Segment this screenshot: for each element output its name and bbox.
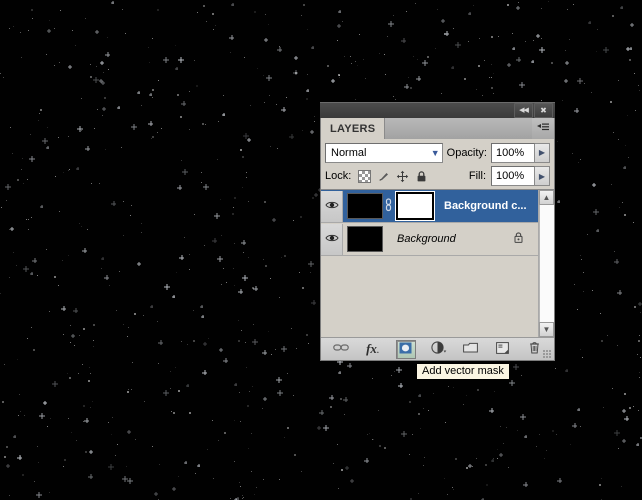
layer-row[interactable]: Background	[321, 223, 538, 256]
tooltip: Add vector mask	[416, 363, 510, 380]
layer-link-indicator[interactable]	[383, 197, 394, 215]
panel-tabstrip: LAYERS	[320, 118, 555, 139]
chain-link-icon	[384, 197, 393, 215]
chain-link-icon	[332, 343, 349, 355]
eye-icon	[324, 233, 339, 246]
fill-value: 100%	[496, 170, 525, 182]
layers-panel: ◀◀ ✖ LAYERS Normal ▼ Opacity: 100% ▶ Loc…	[320, 102, 555, 361]
layer-name[interactable]: Background c...	[444, 200, 527, 212]
panel-titlebar: ◀◀ ✖	[320, 102, 555, 118]
chevron-right-icon: ▶	[538, 171, 546, 181]
half-circle-icon	[430, 341, 447, 357]
scroll-up-button[interactable]: ▲	[539, 190, 554, 205]
tab-layers[interactable]: LAYERS	[321, 118, 386, 139]
lock-buttons	[358, 169, 428, 183]
lock-fill-row: Lock: Fill: 100% ▶	[321, 165, 554, 189]
layer-list: Background c... Background ▲ ▼	[321, 189, 554, 337]
resize-grip-icon[interactable]	[543, 350, 552, 359]
layer-rows: Background c... Background	[321, 190, 538, 337]
new-layer-icon	[496, 341, 509, 357]
layer-list-scrollbar[interactable]: ▲ ▼	[538, 190, 554, 337]
lock-label: Lock:	[325, 170, 352, 182]
scroll-down-button[interactable]: ▼	[539, 322, 554, 337]
padlock-icon	[513, 231, 524, 247]
layer-style-button[interactable]: fx.	[364, 341, 382, 358]
eye-icon	[324, 200, 339, 213]
blend-mode-select[interactable]: Normal ▼	[325, 142, 443, 163]
lock-position-icon[interactable]	[396, 170, 409, 183]
layers-panel-footer: fx.	[321, 337, 554, 360]
fill-label: Fill:	[468, 170, 486, 182]
fill-input[interactable]: 100%	[491, 166, 535, 186]
opacity-spinner-button[interactable]: ▶	[535, 142, 550, 163]
delete-layer-button[interactable]	[526, 341, 544, 358]
panel-menu-button[interactable]	[532, 118, 554, 139]
panel-body: Normal ▼ Opacity: 100% ▶ Lock: Fill: 100…	[320, 139, 555, 361]
vector-mask-icon	[399, 342, 412, 357]
layer-thumbnail[interactable]	[347, 226, 383, 252]
layer-thumbnail[interactable]	[347, 193, 383, 219]
chevron-down-icon: ▼	[542, 325, 551, 334]
chevron-down-icon: ▼	[430, 147, 440, 158]
link-layers-button[interactable]	[332, 341, 350, 358]
close-panel-button[interactable]: ✖	[534, 103, 553, 118]
collapse-panel-button[interactable]: ◀◀	[514, 103, 533, 118]
lock-transparent-pixels-icon[interactable]	[358, 169, 372, 183]
new-layer-button[interactable]	[494, 341, 512, 358]
panel-menu-icon	[537, 122, 549, 135]
layer-lock-badge	[513, 231, 524, 247]
opacity-control: 100% ▶	[491, 142, 550, 163]
add-vector-mask-button[interactable]	[395, 339, 416, 359]
blend-mode-value: Normal	[331, 146, 367, 159]
opacity-input[interactable]: 100%	[491, 142, 535, 163]
chevron-up-icon: ▲	[542, 193, 551, 202]
chevron-right-icon: ▶	[538, 148, 546, 157]
tabstrip-filler	[385, 118, 532, 139]
layer-row[interactable]: Background c...	[321, 190, 538, 223]
opacity-label: Opacity:	[446, 146, 487, 159]
layer-visibility-toggle[interactable]	[321, 223, 343, 255]
layer-visibility-toggle[interactable]	[321, 190, 343, 222]
fill-control: 100% ▶	[491, 166, 550, 186]
tooltip-text: Add vector mask	[422, 365, 504, 377]
folder-icon	[463, 342, 478, 356]
layer-mask-thumbnail[interactable]	[395, 191, 435, 221]
lock-image-pixels-icon[interactable]	[377, 170, 390, 183]
new-adjustment-layer-button[interactable]	[430, 341, 448, 358]
double-chevron-left-icon: ◀◀	[519, 107, 529, 114]
opacity-value: 100%	[496, 146, 525, 159]
tab-layers-label: LAYERS	[330, 122, 376, 135]
trash-icon	[528, 341, 541, 357]
fill-spinner-button[interactable]: ▶	[535, 166, 550, 186]
fx-icon: fx.	[366, 341, 379, 356]
scrollbar-track[interactable]	[539, 205, 554, 322]
layer-name[interactable]: Background	[397, 233, 456, 245]
close-icon: ✖	[540, 105, 547, 115]
lock-all-icon[interactable]	[415, 170, 428, 183]
new-group-button[interactable]	[462, 341, 480, 358]
blend-opacity-row: Normal ▼ Opacity: 100% ▶	[321, 139, 554, 165]
